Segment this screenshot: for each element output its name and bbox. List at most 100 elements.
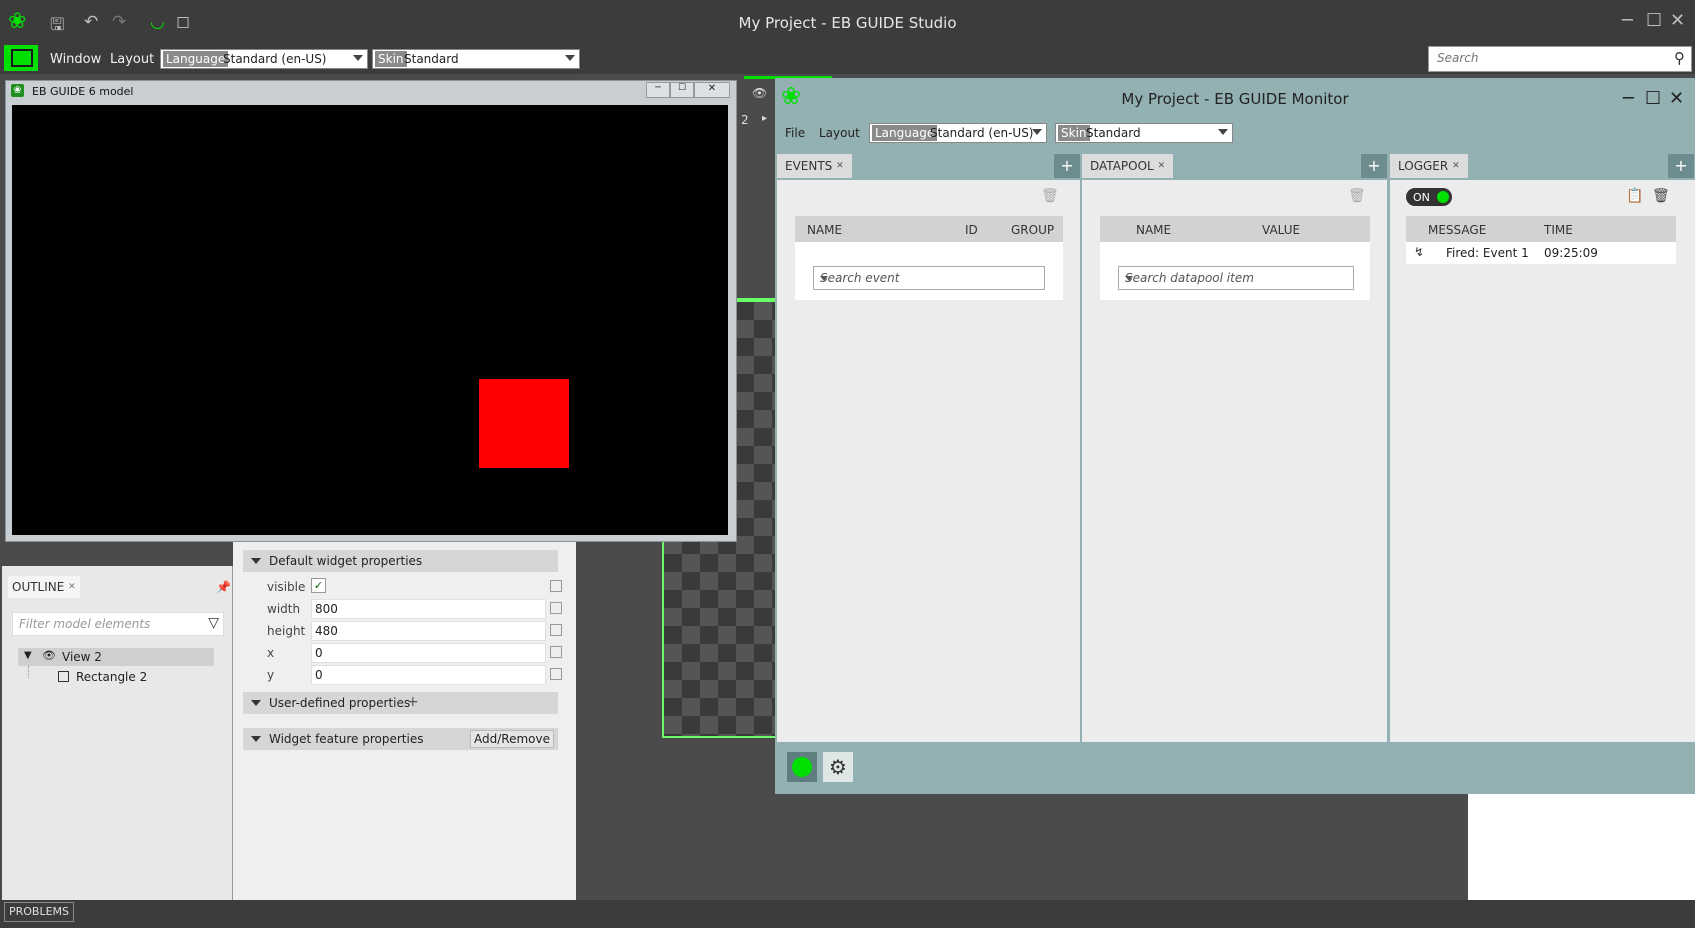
column-name[interactable]: NAME <box>807 223 842 237</box>
column-value[interactable]: VALUE <box>1262 223 1300 237</box>
y-field[interactable]: 0 <box>311 665 546 685</box>
collapse-icon[interactable]: ▼ <box>24 650 32 661</box>
trash-icon[interactable]: 🗑 <box>1348 188 1366 204</box>
search-icon[interactable]: ⚲ <box>1674 49 1685 67</box>
minimize-icon[interactable]: ─ <box>646 82 670 98</box>
chevron-down-icon <box>820 276 828 281</box>
events-grid-header: NAME ID GROUP <box>795 216 1063 242</box>
language-tag: Language <box>163 51 229 67</box>
logger-tab-label: LOGGER <box>1398 159 1449 173</box>
studio-title: My Project - EB GUIDE Studio <box>738 14 957 32</box>
connection-status-button[interactable] <box>787 752 817 782</box>
tree-label: Rectangle 2 <box>76 670 148 684</box>
menu-window[interactable]: Window <box>50 52 101 67</box>
datapool-tab-label: DATAPOOL <box>1090 159 1154 173</box>
close-tab-icon[interactable]: ✕ <box>1158 161 1166 171</box>
column-id[interactable]: ID <box>965 223 978 237</box>
monitor-skin-select[interactable]: Skin Standard <box>1055 123 1233 143</box>
skin-tag: Skin <box>375 51 407 67</box>
events-grid-body: Search event <box>795 242 1063 300</box>
add-remove-button[interactable]: Add/Remove <box>470 730 554 748</box>
column-group[interactable]: GROUP <box>1011 223 1054 237</box>
minimize-icon[interactable]: ─ <box>1623 88 1634 109</box>
add-event-button[interactable]: + <box>1054 154 1080 178</box>
monitor-language-select[interactable]: Language Standard (en-US) <box>869 123 1047 143</box>
logger-toggle[interactable]: ON <box>1406 188 1452 206</box>
tab-outline[interactable]: OUTLINE ✕ <box>8 576 80 598</box>
add-logger-button[interactable]: + <box>1668 154 1694 178</box>
pin-icon[interactable]: 📌 <box>216 580 231 594</box>
trash-icon[interactable]: 🗑 <box>1652 188 1670 204</box>
search-datapool-placeholder: Search datapool item <box>1125 271 1254 285</box>
section-default-props[interactable]: Default widget properties <box>243 550 558 572</box>
language-tag: Language <box>872 125 938 141</box>
link-toggle[interactable] <box>550 624 562 636</box>
search-event-combo[interactable]: Search event <box>813 266 1045 290</box>
close-tab-icon[interactable]: ✕ <box>1452 161 1460 171</box>
column-message[interactable]: MESSAGE <box>1428 223 1486 237</box>
maximize-icon[interactable]: ☐ <box>670 82 694 98</box>
minimize-icon[interactable]: ─ <box>1622 10 1633 31</box>
visible-checkbox[interactable]: ✓ <box>311 578 326 593</box>
tab-datapool[interactable]: DATAPOOL ✕ <box>1082 154 1174 178</box>
settings-button[interactable]: ⚙ <box>823 752 853 782</box>
close-icon[interactable]: ✕ <box>1670 10 1685 31</box>
add-icon[interactable]: + <box>407 694 419 710</box>
prop-label: visible <box>267 580 306 594</box>
trash-icon[interactable]: 🗑 <box>1041 188 1059 204</box>
close-icon[interactable]: ✕ <box>1669 88 1684 109</box>
add-datapool-button[interactable]: + <box>1361 154 1387 178</box>
link-toggle[interactable] <box>550 580 562 592</box>
collapse-icon[interactable] <box>251 736 261 742</box>
zoom-label: 2 <box>741 113 749 127</box>
rectangle-widget <box>479 379 569 468</box>
filter-placeholder: Filter model elements <box>19 617 151 631</box>
width-field[interactable]: 800 <box>311 599 546 619</box>
project-icon-button[interactable] <box>4 45 38 71</box>
chevron-down-icon <box>1125 276 1133 281</box>
language-value: Standard (en-US) <box>223 52 327 66</box>
search-input[interactable] <box>1435 50 1659 66</box>
model-display[interactable] <box>12 105 728 535</box>
tab-problems[interactable]: PROBLEMS <box>4 902 75 922</box>
tree-label: View 2 <box>62 650 102 664</box>
prop-label: x <box>267 646 275 660</box>
datapool-panel: 🗑 NAME VALUE Search datapool item <box>1082 180 1387 742</box>
tree-item-rectangle[interactable]: Rectangle 2 <box>18 668 214 686</box>
section-title: User-defined properties <box>269 696 411 710</box>
model-window: ❀ EB GUIDE 6 model ─ ☐ ✕ <box>5 80 737 542</box>
close-icon[interactable]: ✕ <box>694 82 730 98</box>
x-field[interactable]: 0 <box>311 643 546 663</box>
menu-layout[interactable]: Layout <box>819 126 860 140</box>
tab-logger[interactable]: LOGGER ✕ <box>1390 154 1468 178</box>
maximize-icon[interactable]: ☐ <box>1645 88 1661 109</box>
language-select[interactable]: Language Standard (en-US) <box>160 49 368 69</box>
tree-item-view[interactable]: ▼ 👁 View 2 <box>18 648 214 666</box>
collapse-icon[interactable] <box>251 700 261 706</box>
skin-select[interactable]: Skin Standard <box>372 49 580 69</box>
filter-icon[interactable]: ▽ <box>208 615 219 631</box>
statusbar <box>0 900 1695 928</box>
filter-input[interactable]: Filter model elements ▽ <box>12 612 224 636</box>
maximize-icon[interactable]: ☐ <box>1646 10 1662 31</box>
menu-file[interactable]: File <box>785 126 805 140</box>
copy-icon[interactable]: 📋 <box>1626 188 1643 204</box>
studio-search[interactable]: ⚲ <box>1428 46 1692 72</box>
link-toggle[interactable] <box>550 602 562 614</box>
menu-layout[interactable]: Layout <box>110 52 154 67</box>
expand-icon[interactable]: ▸ <box>762 113 767 124</box>
column-time[interactable]: TIME <box>1544 223 1573 237</box>
link-toggle[interactable] <box>550 668 562 680</box>
section-widget-feature[interactable]: Widget feature properties Add/Remove <box>243 728 558 750</box>
column-name[interactable]: NAME <box>1136 223 1171 237</box>
section-user-defined[interactable]: User-defined properties + <box>243 692 558 714</box>
close-tab-icon[interactable]: ✕ <box>836 161 844 171</box>
height-field[interactable]: 480 <box>311 621 546 641</box>
eye-icon[interactable]: 👁 <box>752 86 767 100</box>
table-row[interactable]: ↯ Fired: Event 1 09:25:09 <box>1406 242 1676 264</box>
collapse-icon[interactable] <box>251 558 261 564</box>
close-tab-icon[interactable]: ✕ <box>68 582 76 592</box>
tab-events[interactable]: EVENTS ✕ <box>777 154 852 178</box>
search-datapool-combo[interactable]: Search datapool item <box>1118 266 1354 290</box>
link-toggle[interactable] <box>550 646 562 658</box>
